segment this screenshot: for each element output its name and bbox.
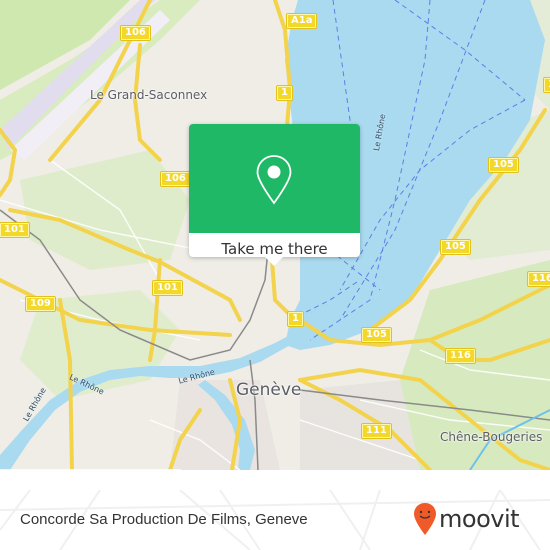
road-shield: 105	[361, 327, 392, 343]
map-pin-icon	[256, 155, 292, 205]
map-attribution[interactable]: © OpenStreetMap contributors	[0, 469, 181, 470]
road-shield: 111	[361, 423, 392, 439]
popup-pointer	[265, 257, 283, 266]
take-me-there-popup[interactable]: Take me there	[189, 124, 360, 266]
popup-header	[189, 124, 360, 233]
moovit-wordmark: moovit	[439, 505, 520, 533]
road-shield: 1	[543, 77, 550, 93]
moovit-pin-icon	[414, 503, 436, 535]
road-shield: 101	[0, 222, 30, 238]
road-shield: 105	[440, 239, 471, 255]
map-view[interactable]: Le Grand-Saconnex Genève Chêne-Bougeries…	[0, 0, 550, 470]
place-label-geneve: Genève	[236, 380, 302, 400]
road-shield: 105	[488, 157, 519, 173]
road-shield: 106	[120, 25, 151, 41]
road-shield: 116	[445, 348, 476, 364]
footer: Concorde Sa Production De Films, Geneve …	[0, 490, 550, 550]
place-name: Concorde Sa Production De Films, Geneve	[20, 511, 308, 528]
road-shield: 116	[527, 271, 550, 287]
road-shield: 106	[160, 171, 191, 187]
road-shield: 1	[276, 85, 293, 101]
road-shield: 101	[152, 280, 183, 296]
road-shield: A1a	[285, 13, 318, 29]
road-shield: 109	[25, 296, 56, 312]
road-shield: 1	[287, 311, 304, 327]
place-label-le-grand-saconnex: Le Grand-Saconnex	[90, 88, 208, 102]
place-label-chene-bougeries: Chêne-Bougeries	[440, 430, 543, 444]
